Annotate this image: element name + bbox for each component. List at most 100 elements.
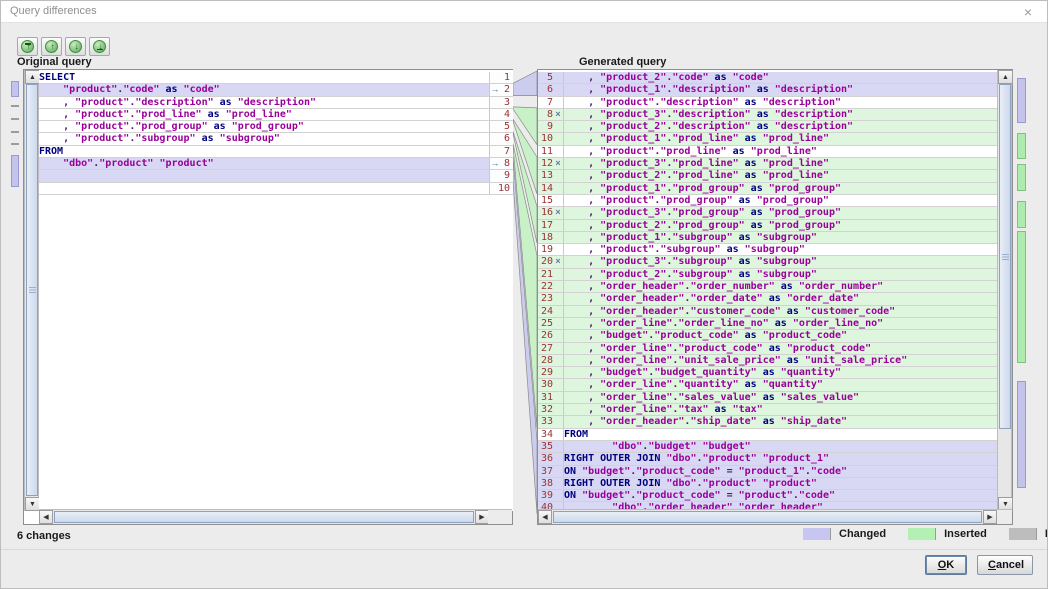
scroll-left-button[interactable]: ◀: [39, 510, 53, 524]
code-line[interactable]: 31 , "order_line"."sales_value" as "sale…: [538, 392, 998, 404]
vertical-scrollbar[interactable]: ▲ ▼: [24, 70, 39, 511]
code-line[interactable]: 6 , "product_1"."description" as "descri…: [538, 84, 998, 96]
gutter-spacer: [553, 84, 563, 95]
line-number: 25: [538, 318, 553, 329]
scroll-up-button[interactable]: ▲: [25, 70, 40, 84]
gutter-spacer: [553, 281, 563, 292]
line-number: 32: [538, 404, 553, 415]
code-line[interactable]: 30 , "order_line"."quantity" as "quantit…: [538, 379, 998, 391]
code-line[interactable]: 9: [39, 170, 513, 182]
gutter-spacer: [553, 293, 563, 304]
line-number: 30: [538, 379, 553, 390]
code-line[interactable]: 26 , "budget"."product_code" as "product…: [538, 330, 998, 342]
code-line[interactable]: 27 , "order_line"."product_code" as "pro…: [538, 343, 998, 355]
scrollbar-thumb[interactable]: [54, 511, 474, 523]
code-line[interactable]: 9 , "product_2"."description" as "descri…: [538, 121, 998, 133]
code-line[interactable]: 28 , "order_line"."unit_sale_price" as "…: [538, 355, 998, 367]
code-line[interactable]: 7 , "product"."description" as "descript…: [538, 97, 998, 109]
code-line[interactable]: SELECT1: [39, 72, 513, 84]
original-query-panel: ▲ ▼ SELECT1 "product"."code" as "code"→2…: [23, 69, 513, 525]
gutter-spacer: [553, 404, 563, 415]
change-arrow-icon: →: [490, 84, 500, 95]
gutter-spacer: [553, 379, 563, 390]
diff-marker: [1017, 78, 1026, 123]
code-line[interactable]: "product"."code" as "code"→2: [39, 84, 513, 96]
scroll-right-button[interactable]: ▶: [983, 510, 997, 524]
scroll-left-button[interactable]: ◀: [538, 510, 552, 524]
last-difference-button[interactable]: ↓: [89, 37, 110, 56]
gutter-spacer: [490, 133, 500, 144]
line-number: 27: [538, 343, 553, 354]
code-line[interactable]: 36RIGHT OUTER JOIN "dbo"."product" "prod…: [538, 453, 998, 465]
code-line[interactable]: 15 , "product"."prod_group" as "prod_gro…: [538, 195, 998, 207]
ok-button[interactable]: OK: [925, 555, 967, 575]
line-number: 20: [538, 256, 553, 267]
code-line[interactable]: 35 "dbo"."budget" "budget": [538, 441, 998, 453]
gutter-spacer: [490, 146, 500, 157]
code-line[interactable]: 13 , "product_2"."prod_line" as "prod_li…: [538, 170, 998, 182]
first-difference-button[interactable]: ↑: [17, 37, 38, 56]
code-line[interactable]: "dbo"."product" "product"→8: [39, 158, 513, 170]
code-line[interactable]: 32 , "order_line"."tax" as "tax": [538, 404, 998, 416]
code-line[interactable]: 8× , "product_3"."description" as "descr…: [538, 109, 998, 121]
code-line[interactable]: , "product"."description" as "descriptio…: [39, 97, 513, 109]
line-number: 9: [538, 121, 553, 132]
code-line[interactable]: 24 , "order_header"."customer_code" as "…: [538, 306, 998, 318]
cancel-button[interactable]: Cancel: [977, 555, 1033, 575]
code-line[interactable]: 23 , "order_header"."order_date" as "ord…: [538, 293, 998, 305]
gutter-spacer: [553, 367, 563, 378]
code-line[interactable]: 20× , "product_3"."subgroup" as "subgrou…: [538, 256, 998, 268]
gutter-spacer: [553, 355, 563, 366]
line-number: 17: [538, 220, 553, 231]
scrollbar-thumb[interactable]: [26, 84, 38, 496]
previous-difference-button[interactable]: ↑: [41, 37, 62, 56]
code-line[interactable]: 10: [39, 183, 513, 195]
line-number: 21: [538, 269, 553, 280]
code-line[interactable]: 18 , "product_1"."subgroup" as "subgroup…: [538, 232, 998, 244]
code-line[interactable]: 22 , "order_header"."order_number" as "o…: [538, 281, 998, 293]
code-line[interactable]: 34FROM: [538, 429, 998, 441]
line-number: 2: [500, 84, 513, 95]
code-line[interactable]: 39ON "budget"."product_code" = "product"…: [538, 490, 998, 502]
code-line[interactable]: 14 , "product_1"."prod_group" as "prod_g…: [538, 183, 998, 195]
line-number: 28: [538, 355, 553, 366]
code-line[interactable]: 37ON "budget"."product_code" = "product_…: [538, 466, 998, 478]
code-line[interactable]: 25 , "order_line"."order_line_no" as "or…: [538, 318, 998, 330]
gutter-spacer: [553, 416, 563, 427]
code-line[interactable]: 11 , "product"."prod_line" as "prod_line…: [538, 146, 998, 158]
code-line[interactable]: 33 , "order_header"."ship_date" as "ship…: [538, 416, 998, 428]
scrollbar-thumb[interactable]: [999, 84, 1011, 429]
code-line[interactable]: , "product"."prod_line" as "prod_line"4: [39, 109, 513, 121]
next-difference-button[interactable]: ↓: [65, 37, 86, 56]
code-line[interactable]: 19 , "product"."subgroup" as "subgroup": [538, 244, 998, 256]
line-number: 14: [538, 183, 553, 194]
code-line[interactable]: 17 , "product_2"."prod_group" as "prod_g…: [538, 220, 998, 232]
code-line[interactable]: 29 , "budget"."budget_quantity" as "quan…: [538, 367, 998, 379]
line-number: 1: [500, 72, 513, 83]
code-line[interactable]: 38RIGHT OUTER JOIN "dbo"."product" "prod…: [538, 478, 998, 490]
diff-marker: [1017, 164, 1026, 191]
scroll-down-button[interactable]: ▼: [25, 497, 40, 511]
code-line[interactable]: 5 , "product_2"."code" as "code": [538, 72, 998, 84]
line-number: 36: [538, 453, 553, 464]
scroll-up-button[interactable]: ▲: [998, 70, 1013, 84]
line-number: 9: [500, 170, 513, 181]
code-line[interactable]: 16× , "product_3"."prod_group" as "prod_…: [538, 207, 998, 219]
scrollbar-thumb[interactable]: [553, 511, 982, 523]
code-line[interactable]: 10 , "product_1"."prod_line" as "prod_li…: [538, 133, 998, 145]
scroll-right-button[interactable]: ▶: [475, 510, 489, 524]
gutter-spacer: [490, 109, 500, 120]
code-line[interactable]: , "product"."prod_group" as "prod_group"…: [39, 121, 513, 133]
original-query-label: Original query: [17, 56, 92, 68]
code-line[interactable]: FROM7: [39, 146, 513, 158]
code-line[interactable]: , "product"."subgroup" as "subgroup"6: [39, 133, 513, 145]
code-line[interactable]: 12× , "product_3"."prod_line" as "prod_l…: [538, 158, 998, 170]
code-line[interactable]: 21 , "product_2"."subgroup" as "subgroup…: [538, 269, 998, 281]
line-number: 13: [538, 170, 553, 181]
dialog-title: Query differences: [10, 5, 97, 17]
horizontal-scrollbar[interactable]: ◀ ▶: [538, 509, 997, 524]
close-icon[interactable]: ×: [1019, 3, 1037, 21]
line-number: 16: [538, 207, 553, 218]
horizontal-scrollbar[interactable]: ◀ ▶: [39, 509, 489, 524]
vertical-scrollbar[interactable]: ▲ ▼: [997, 70, 1012, 511]
